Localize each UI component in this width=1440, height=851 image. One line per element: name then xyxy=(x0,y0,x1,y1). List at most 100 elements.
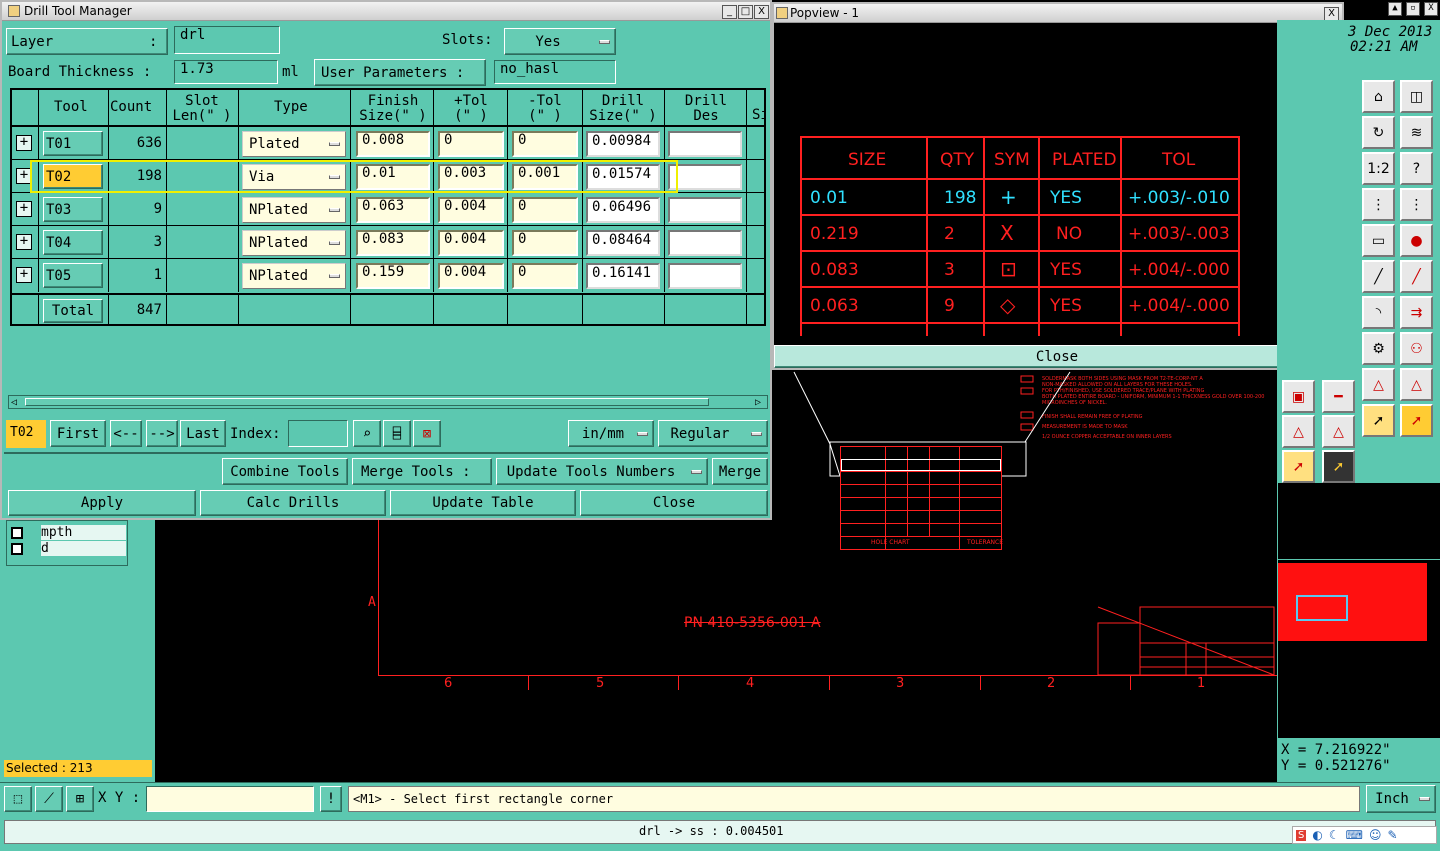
drill-des-field[interactable] xyxy=(668,164,742,190)
tool-id-button[interactable]: T01 xyxy=(43,131,103,156)
checkbox-icon[interactable] xyxy=(11,527,23,539)
gear-icon[interactable]: ⚙ xyxy=(1362,332,1395,365)
minus-tol-field[interactable]: 0 xyxy=(512,230,578,256)
prev-button[interactable]: <-- xyxy=(110,420,142,447)
user-params-field[interactable]: no_hasl xyxy=(494,60,616,84)
triangle-icon[interactable]: △ xyxy=(1400,368,1433,401)
triangle-icon[interactable]: △ xyxy=(1362,368,1395,401)
layer-field[interactable]: drl xyxy=(174,26,280,54)
connect-icon[interactable]: ⋮ xyxy=(1362,188,1395,221)
top-right-close-icon[interactable]: ▲ xyxy=(1388,2,1402,16)
scroll-left-icon[interactable]: ◁ xyxy=(11,397,17,408)
minimap[interactable] xyxy=(1277,483,1440,738)
table-row[interactable]: + T05 1 NPlated 0.159 0.004 0 0.16141 xyxy=(12,259,764,292)
table-row[interactable]: + T01 636 Plated 0.008 0 0 0.00984 xyxy=(12,127,764,160)
scroll-right-icon[interactable]: ▷ xyxy=(755,397,761,408)
drill-des-field[interactable] xyxy=(668,263,742,289)
grid-icon[interactable]: ⊞ xyxy=(66,786,94,812)
triangle-icon[interactable]: △ xyxy=(1322,415,1355,448)
unit-select[interactable]: Inch xyxy=(1366,785,1436,813)
ruler-icon[interactable]: ▭ xyxy=(1362,224,1395,257)
tool-id-button[interactable]: T05 xyxy=(43,263,103,288)
window-icon[interactable]: ◫ xyxy=(1400,80,1433,113)
line-icon[interactable]: ╱ xyxy=(1362,260,1395,293)
top-right-close-icon[interactable]: ▫ xyxy=(1406,2,1420,16)
measure-icon[interactable]: ⟋ xyxy=(35,786,63,812)
line-icon[interactable]: ━ xyxy=(1322,380,1355,413)
finish-size-field[interactable]: 0.083 xyxy=(356,230,430,256)
index-field[interactable] xyxy=(288,420,348,447)
horizontal-scrollbar[interactable]: ◁ ▷ xyxy=(8,395,768,409)
type-select[interactable]: Plated xyxy=(242,131,346,157)
split-icon[interactable]: ⇉ xyxy=(1400,296,1433,329)
drill-size-field[interactable]: 0.00984 xyxy=(586,131,660,157)
dot-icon[interactable]: ● xyxy=(1400,224,1433,257)
combine-tools-button[interactable]: Combine Tools xyxy=(222,458,348,485)
popview-titlebar[interactable]: Popview - 1 X xyxy=(774,4,1342,23)
drill-size-field[interactable]: 0.06496 xyxy=(586,197,660,223)
pointer-icon[interactable]: ➚ xyxy=(1400,404,1433,437)
maximize-icon[interactable]: □ xyxy=(738,5,753,19)
last-button[interactable]: Last xyxy=(180,420,226,447)
merge-tools-button[interactable]: Merge Tools : xyxy=(352,458,492,485)
drill-des-field[interactable] xyxy=(668,197,742,223)
plus-tol-field[interactable]: 0.004 xyxy=(438,230,504,256)
slots-select[interactable]: Yes xyxy=(504,28,616,55)
search-tool-icon[interactable]: ⌕ xyxy=(353,420,381,447)
ime-toolbar[interactable]: S ◐ ☾ ⌨ ☺ ✎ xyxy=(1292,826,1437,844)
pointer-icon[interactable]: ➚ xyxy=(1322,450,1355,483)
minus-tol-field[interactable]: 0 xyxy=(512,197,578,223)
type-select[interactable]: NPlated xyxy=(242,197,346,223)
close-icon[interactable]: X xyxy=(1324,7,1339,21)
close-icon[interactable]: X xyxy=(754,5,769,19)
alert-icon[interactable]: ! xyxy=(320,786,342,812)
mode-select[interactable]: Regular xyxy=(658,420,768,447)
drill-size-field[interactable]: 0.16141 xyxy=(586,263,660,289)
ime-punct-icon[interactable]: ☾ xyxy=(1329,828,1340,842)
first-button[interactable]: First xyxy=(50,420,106,447)
xy-input[interactable] xyxy=(146,786,314,812)
units-select[interactable]: in/mm xyxy=(568,420,654,447)
update-table-button[interactable]: Update Table xyxy=(390,490,576,516)
pointer-icon[interactable]: ➚ xyxy=(1362,404,1395,437)
help-icon[interactable]: ? xyxy=(1400,152,1433,185)
triangle-icon[interactable]: △ xyxy=(1282,415,1315,448)
merge-button[interactable]: Merge xyxy=(712,458,768,485)
finish-size-field[interactable]: 0.008 xyxy=(356,131,430,157)
ime-mode-icon[interactable]: ◐ xyxy=(1312,828,1322,842)
ime-user-icon[interactable]: ☺ xyxy=(1369,828,1382,842)
finish-size-field[interactable]: 0.063 xyxy=(356,197,430,223)
ime-keyboard-icon[interactable]: ⌨ xyxy=(1346,828,1363,842)
arc-icon[interactable]: ◝ xyxy=(1362,296,1395,329)
top-right-close-icon[interactable]: X xyxy=(1424,2,1438,16)
clear-tool-icon[interactable]: ⊠ xyxy=(413,420,441,447)
rotate-icon[interactable]: ↻ xyxy=(1362,116,1395,149)
drill-size-field[interactable]: 0.08464 xyxy=(586,230,660,256)
apply-button[interactable]: Apply xyxy=(8,490,196,516)
close-button[interactable]: Close xyxy=(580,490,768,516)
scale-icon[interactable]: 1:2 xyxy=(1362,152,1395,185)
user-params-button[interactable]: User Parameters : xyxy=(314,59,486,86)
board-thickness-field[interactable]: 1.73 xyxy=(174,60,278,84)
popview-close-button[interactable]: Close xyxy=(774,345,1340,368)
expand-icon[interactable]: + xyxy=(16,267,32,283)
type-select[interactable]: NPlated xyxy=(242,230,346,256)
filter-tool-icon[interactable]: ⌸ xyxy=(383,420,411,447)
expand-icon[interactable]: + xyxy=(16,201,32,217)
plus-tol-field[interactable]: 0 xyxy=(438,131,504,157)
finish-size-field[interactable]: 0.159 xyxy=(356,263,430,289)
minimize-icon[interactable]: _ xyxy=(722,5,737,19)
rect-icon[interactable]: ▣ xyxy=(1282,380,1315,413)
drill-window-titlebar[interactable]: Drill Tool Manager _ □ X xyxy=(2,2,770,21)
zoom-window-icon[interactable]: ⬚ xyxy=(4,786,32,812)
drill-des-field[interactable] xyxy=(668,131,742,157)
layer-row[interactable]: d xyxy=(7,541,129,556)
calc-drills-button[interactable]: Calc Drills xyxy=(200,490,386,516)
layers-icon[interactable]: ≋ xyxy=(1400,116,1433,149)
tool-id-button[interactable]: T04 xyxy=(43,230,103,255)
checkbox-icon[interactable] xyxy=(11,543,23,555)
minimap-viewport[interactable] xyxy=(1296,595,1348,621)
connect-icon[interactable]: ⋮ xyxy=(1400,188,1433,221)
plus-tol-field[interactable]: 0.004 xyxy=(438,263,504,289)
expand-icon[interactable]: + xyxy=(16,135,32,151)
